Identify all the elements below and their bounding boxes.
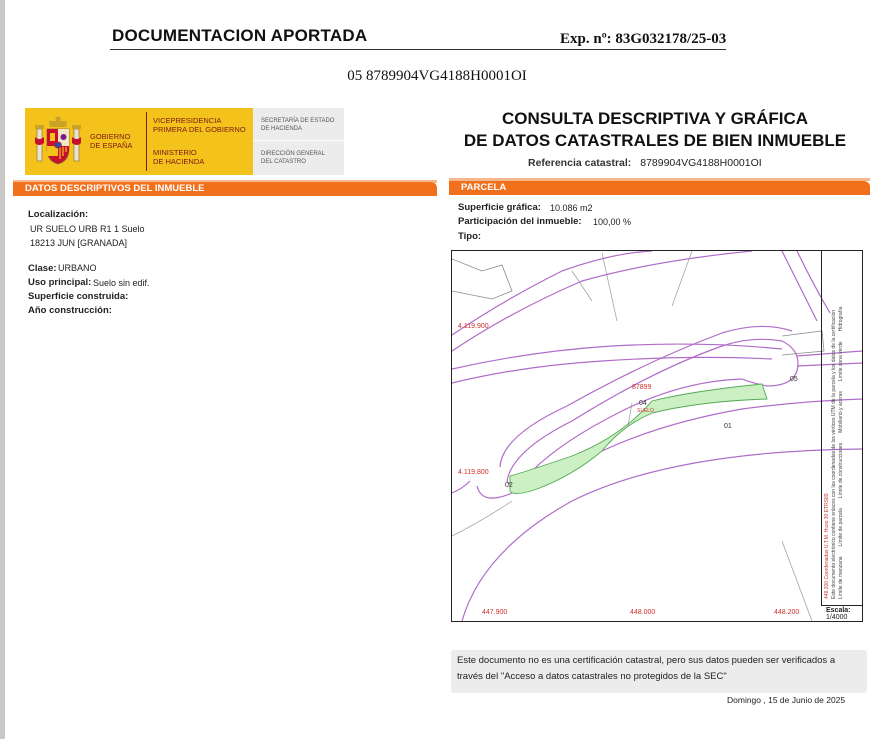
logo-gobierno-line2: DE ESPAÑA (90, 141, 133, 150)
road-line (452, 343, 783, 370)
cadastral-map: 4.119.900 4.119.800 447.900 448.000 448.… (451, 250, 863, 622)
referencia-catastral-label: Referencia catastral: (528, 157, 632, 169)
x-coord-label: 448.000 (630, 609, 656, 616)
superficie-construida-label: Superficie construida: (28, 291, 129, 302)
legend-divider (821, 251, 822, 605)
anio-construccion-label: Año construcción: (28, 305, 112, 316)
legend-item: Límite de construcciones (838, 442, 844, 499)
parcel-label: 04 (639, 400, 647, 407)
logo-divider (253, 140, 344, 141)
clase-value: URBANO (58, 263, 97, 273)
logo-secretaria-line2: DE HACIENDA (261, 125, 303, 132)
parcel-label: 01 (724, 423, 732, 430)
parcel-label: 05 (790, 376, 798, 383)
road-line (452, 356, 773, 384)
gobierno-logo: GOBIERNO DE ESPAÑA VICEPRESIDENCIA PRIME… (25, 108, 253, 175)
document-date: Domingo , 15 de Junio de 2025 (727, 695, 846, 705)
cadastral-map-canvas (452, 251, 862, 621)
right-panel-title: PARCELA (449, 181, 870, 195)
logo-ministerio-line2: DE HACIENDA (153, 157, 205, 166)
superficie-grafica-value: 10.086 m2 (550, 203, 593, 213)
clase-label: Clase: (28, 263, 57, 274)
logo-secretaria-block: SECRETARÍA DE ESTADO DE HACIENDA DIRECCI… (253, 108, 344, 175)
logo-vicepresidencia-line2: PRIMERA DEL GOBIERNO (153, 125, 246, 134)
legend-divider (821, 605, 862, 606)
legend-item: Límite de manzana (838, 556, 844, 599)
y-coord-label: 4.119.900 (458, 323, 489, 330)
scale-label: Escala: (826, 607, 851, 614)
document-title: DOCUMENTACION APORTADA (112, 26, 368, 45)
logo-secretaria-line1: SECRETARÍA DE ESTADO (261, 118, 335, 124)
page-left-border (0, 0, 5, 739)
road-line (452, 251, 753, 352)
reference-code: 05 8789904VG4188H0001OI (347, 68, 527, 84)
parcel-label: 02 (505, 482, 513, 489)
coat-of-arms-icon (35, 116, 81, 165)
parcel-sub-label: SUELO (637, 408, 654, 414)
x-coord-label: 447.900 (482, 609, 508, 616)
uso-principal-label: Uso principal: (28, 277, 92, 288)
logo-gobierno-line1: GOBIERNO (90, 132, 131, 141)
consulta-title-line1: CONSULTA DESCRIPTIVA Y GRÁFICA (501, 109, 809, 128)
scale-value: 1/4000 (826, 614, 848, 621)
x-coord-label: 448.200 (774, 609, 800, 616)
building-outline (452, 258, 513, 300)
uso-principal-value: Suelo sin edif. (93, 278, 150, 288)
y-coord-label: 4.119.800 (458, 469, 489, 476)
referencia-catastral-value: 8789904VG4188H0001OI (640, 157, 762, 169)
side-legend: 448.200 Coordenadas U.T.M. Huso 30 ETRS8… (824, 249, 862, 599)
localizacion-line1: UR SUELO URB R1 1 Suelo (30, 224, 145, 234)
legend-item: Hidrografía (838, 306, 844, 332)
legend-item: Límite de parcela (838, 508, 844, 547)
header-rule (110, 49, 726, 50)
legend-item: Mobiliario y aceras (838, 391, 844, 433)
road-line (781, 251, 831, 322)
consulta-title-line2: DE DATOS CATASTRALES DE BIEN INMUEBLE (463, 131, 847, 150)
logo-vicepresidencia-line1: VICEPRESIDENCIA (153, 116, 222, 125)
participacion-label: Participación del inmueble: (458, 216, 582, 227)
block-label: 87899 (632, 384, 652, 391)
localizacion-line2: 18213 JUN [GRANADA] (30, 238, 128, 248)
referencia-catastral: Referencia catastral: 8789904VG4188H0001… (528, 157, 762, 169)
side-legend-note: Este documento electrónico contiene enla… (831, 309, 837, 599)
left-panel-title: DATOS DESCRIPTIVOS DEL INMUEBLE (13, 182, 437, 196)
participacion-value: 100,00 % (593, 217, 632, 227)
logo-direccion-line2: DEL CATASTRO (261, 158, 306, 165)
parcel-boundary (452, 500, 513, 537)
logo-direccion-line1: DIRECCIÓN GENERAL (261, 151, 326, 157)
side-legend-coords: 448.200 Coordenadas U.T.M. Huso 30 ETRS8… (824, 493, 830, 599)
expedient-number: Exp. nº: 83G032178/25-03 (560, 31, 727, 47)
verification-notice: Este documento no es una certificación c… (451, 650, 867, 693)
logo-ministerio-line1: MINISTERIO (153, 148, 197, 157)
localizacion-label: Localización: (28, 209, 89, 220)
tipo-label: Tipo: (458, 231, 482, 242)
road-line (452, 480, 471, 494)
legend-item: Límite zona verde (838, 341, 844, 382)
superficie-grafica-label: Superficie gráfica: (458, 202, 541, 213)
building-outline (781, 330, 825, 356)
